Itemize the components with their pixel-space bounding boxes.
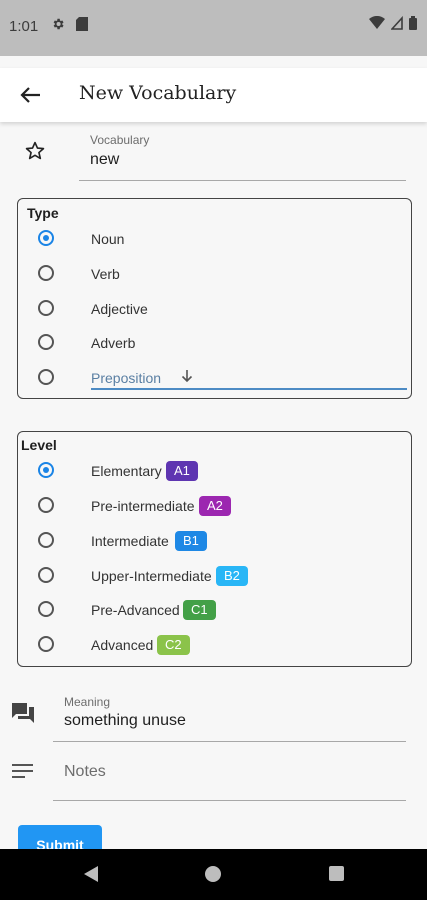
star-icon[interactable] <box>24 140 46 162</box>
type-option-label: Noun <box>91 231 125 247</box>
level-radio-advanced[interactable] <box>38 636 54 652</box>
level-option-label: Elementary <box>91 463 162 479</box>
level-badge: A2 <box>199 496 231 516</box>
level-badge: C1 <box>183 600 216 620</box>
vocabulary-input[interactable]: new <box>90 151 119 169</box>
level-group-title: Level <box>21 437 57 453</box>
meaning-input[interactable]: something unuse <box>64 712 186 730</box>
notes-underline <box>53 800 406 801</box>
system-nav-bar <box>0 849 427 900</box>
level-option-label: Upper-Intermediate <box>91 568 212 584</box>
level-radio-intermediate[interactable] <box>38 532 54 548</box>
level-option-label: Pre-Advanced <box>91 602 180 618</box>
level-badge: C2 <box>157 635 190 655</box>
settings-status-icon <box>53 18 64 30</box>
app-bar: New Vocabulary <box>0 68 427 122</box>
arrow-down-icon <box>181 370 193 383</box>
meaning-label: Meaning <box>64 695 111 709</box>
type-radio-adverb[interactable] <box>38 334 54 350</box>
type-option-label: Adjective <box>91 301 148 317</box>
signal-icon <box>391 16 403 30</box>
level-radio-elementary[interactable] <box>38 462 54 478</box>
level-badge: B2 <box>216 566 248 586</box>
type-radio-preposition[interactable] <box>38 369 54 385</box>
notes-input[interactable]: Notes <box>64 763 106 781</box>
level-badge: A1 <box>166 461 198 481</box>
type-option-label: Verb <box>91 266 120 282</box>
level-badge: B1 <box>175 531 207 551</box>
level-radio-pre-intermediate[interactable] <box>38 497 54 513</box>
page-title: New Vocabulary <box>79 82 237 104</box>
meaning-underline <box>53 741 406 742</box>
type-radio-adjective[interactable] <box>38 300 54 316</box>
level-radio-upper-intermediate[interactable] <box>38 567 54 583</box>
nav-home-icon[interactable] <box>205 866 221 882</box>
forum-icon <box>12 703 34 723</box>
vocabulary-underline <box>79 180 406 181</box>
type-radio-noun[interactable] <box>38 230 54 246</box>
battery-icon <box>409 16 417 30</box>
type-option-label: Adverb <box>91 335 136 351</box>
status-time: 1:01 <box>9 18 39 35</box>
level-option-label: Advanced <box>91 637 154 653</box>
vocabulary-label: Vocabulary <box>90 133 150 147</box>
level-option-label: Intermediate <box>91 533 169 549</box>
type-group <box>17 198 412 399</box>
sd-card-icon <box>76 17 88 31</box>
back-arrow-icon[interactable] <box>16 80 46 110</box>
wifi-icon <box>369 16 385 29</box>
preposition-underline <box>91 388 407 390</box>
type-group-title: Type <box>27 205 59 221</box>
type-radio-verb[interactable] <box>38 265 54 281</box>
nav-back-icon[interactable] <box>83 865 99 883</box>
level-group <box>17 431 412 667</box>
level-option-label: Pre-intermediate <box>91 498 195 514</box>
level-radio-pre-advanced[interactable] <box>38 601 54 617</box>
status-right-icons <box>369 16 417 30</box>
nav-recents-icon[interactable] <box>329 866 344 881</box>
notes-lines-icon <box>12 764 33 778</box>
status-bar: 1:01 <box>0 0 427 56</box>
type-option-label: Preposition <box>91 370 162 386</box>
